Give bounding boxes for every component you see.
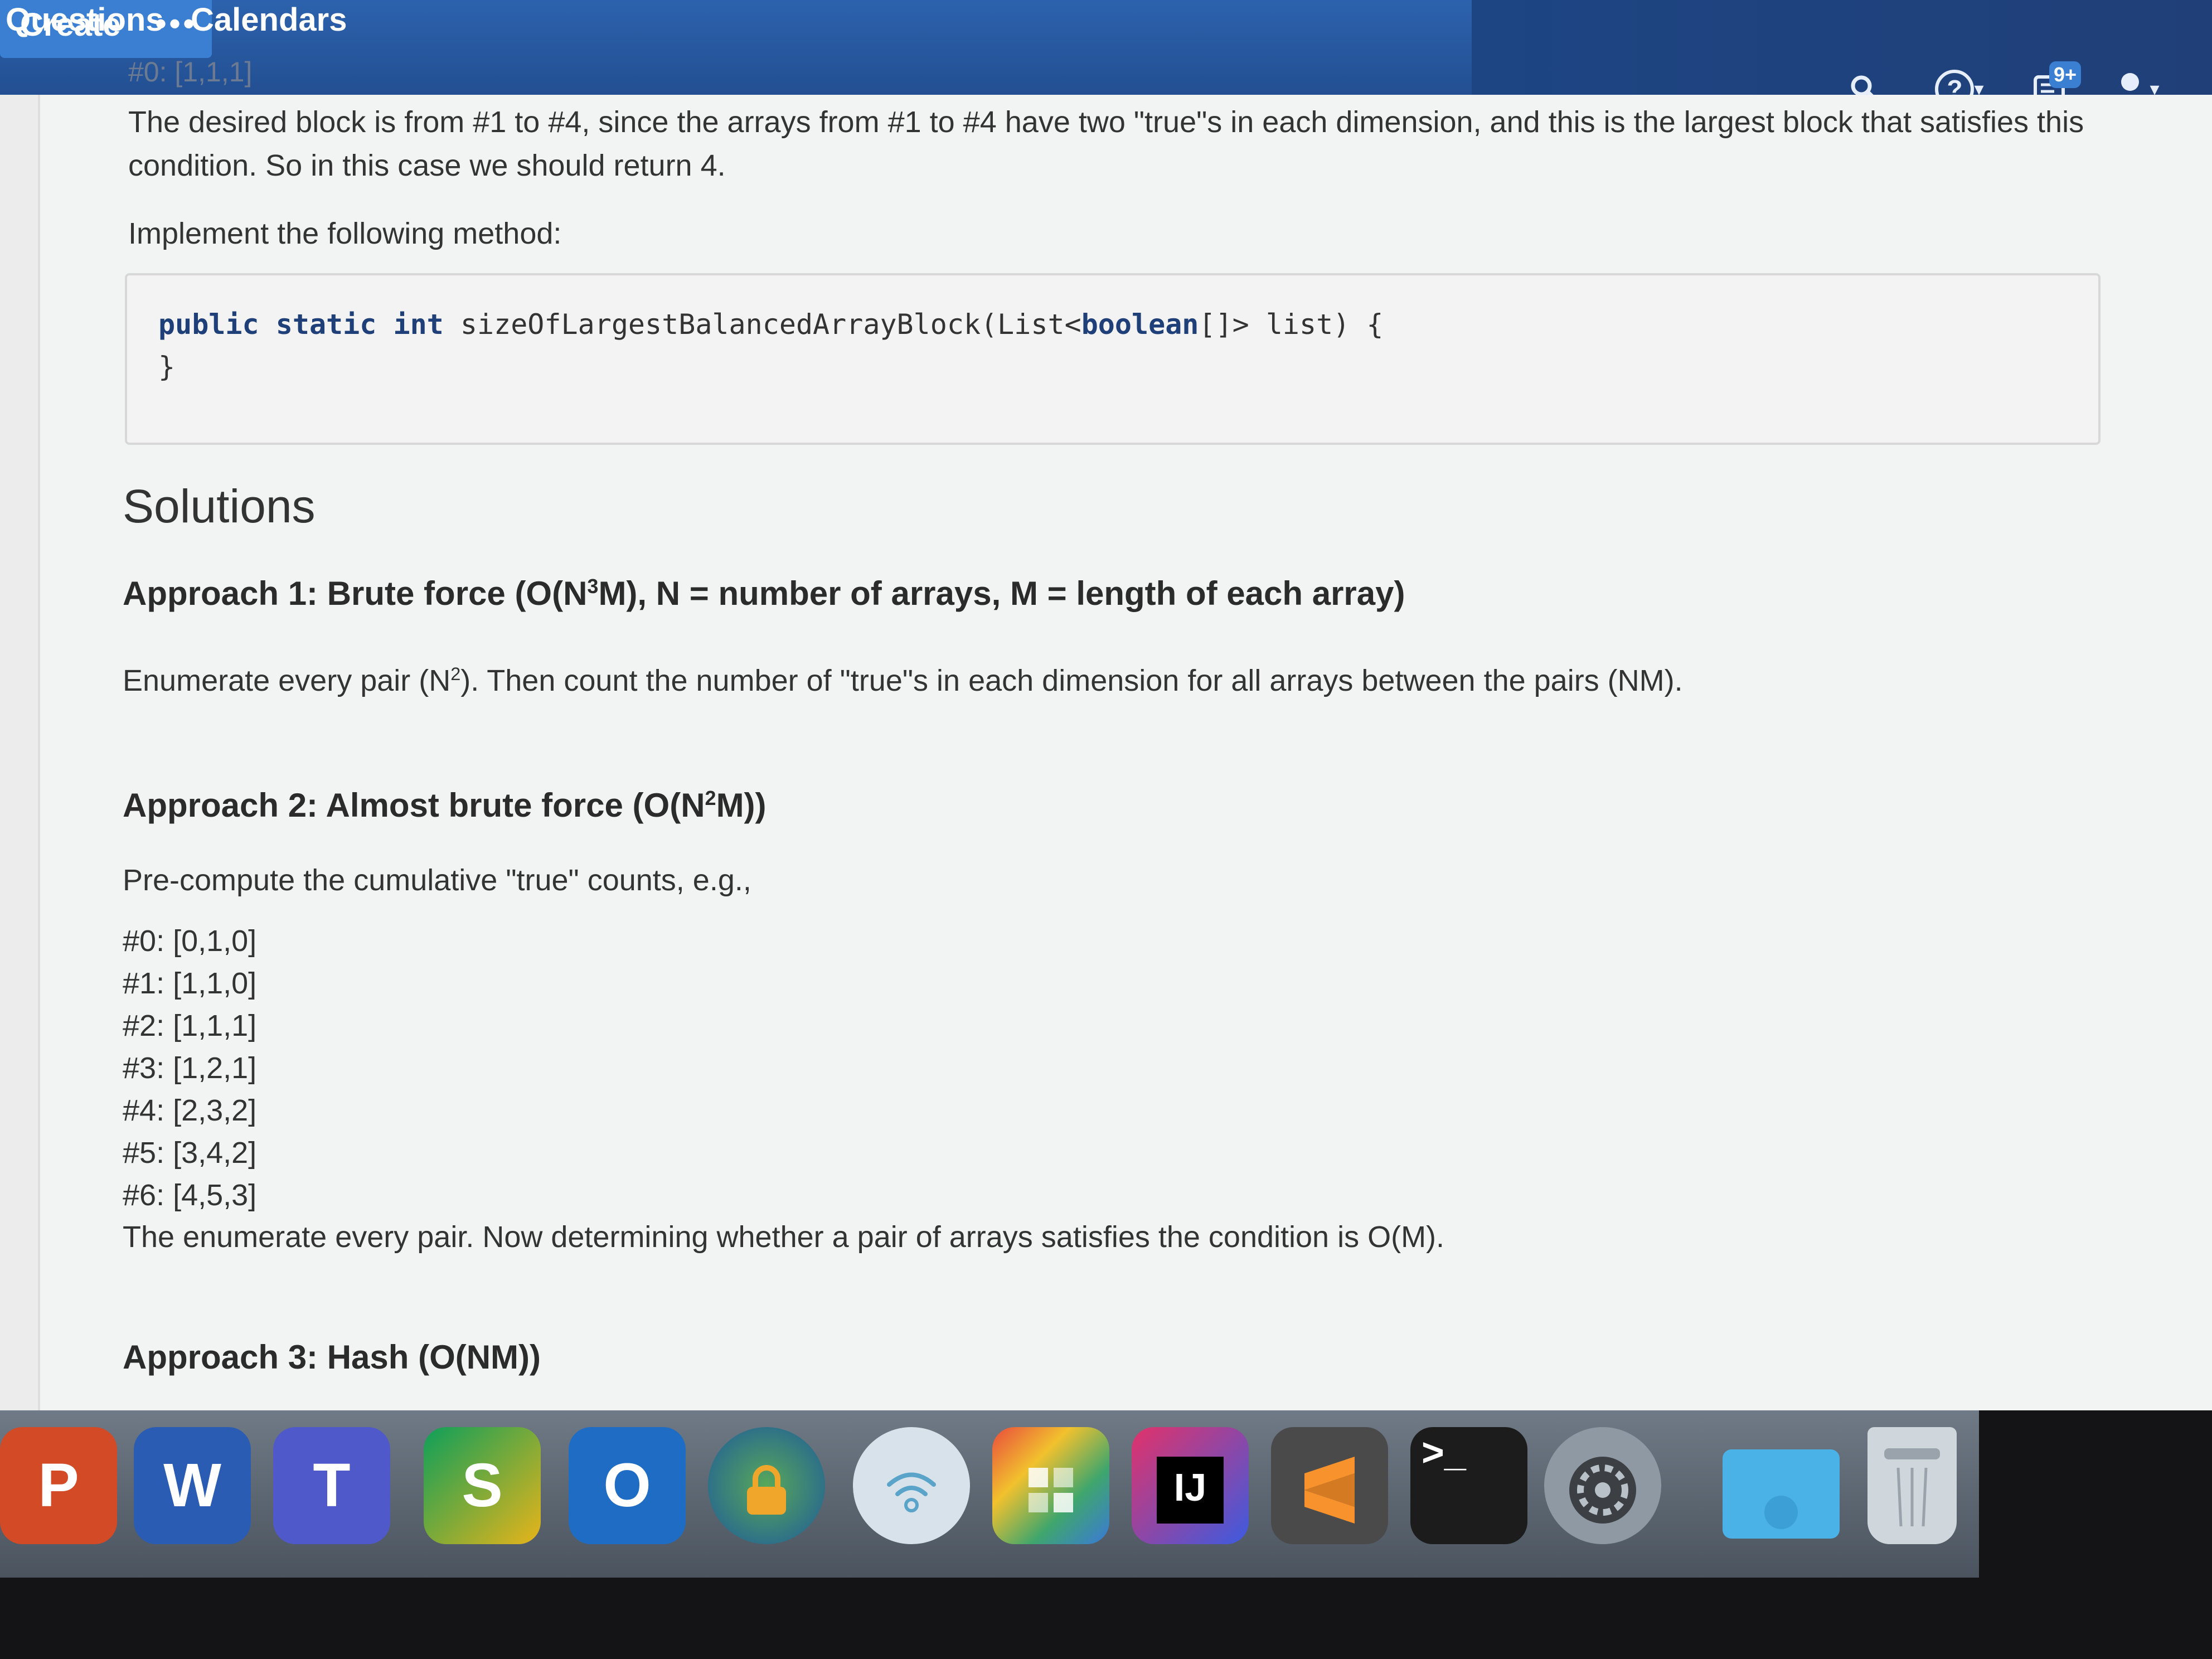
list-item: #0: [0,1,0] (123, 924, 257, 958)
approach-1-heading: Approach 1: Brute force (O(N3M), N = num… (123, 575, 1405, 612)
system-preferences-icon[interactable] (1544, 1427, 1661, 1544)
more-menu-icon[interactable]: ••• (155, 4, 197, 43)
cut-off-array-line: #0: [1,1,1] (128, 56, 253, 88)
intellij-icon[interactable]: IJ (1132, 1427, 1249, 1544)
dock: P W T S O IJ >_ (0, 1410, 1979, 1578)
word-icon[interactable]: W (134, 1427, 251, 1544)
powerpoint-icon[interactable]: P (0, 1427, 117, 1544)
page-content: #0: [1,1,1] The desired block is from #1… (0, 56, 2212, 1410)
code-keyword: static (275, 308, 377, 341)
notification-badge: 9+ (2049, 61, 2082, 88)
trash-icon[interactable] (1867, 1427, 1957, 1544)
article-body: #0: [1,1,1] The desired block is from #1… (123, 56, 2107, 1410)
code-signature: sizeOfLargestBalancedArrayBlock(List< (460, 308, 1081, 341)
code-block: public static int sizeOfLargestBalancedA… (125, 273, 2101, 445)
outlook-icon[interactable]: O (569, 1427, 686, 1544)
wifi-icon[interactable] (853, 1427, 970, 1544)
skype-icon[interactable]: S (424, 1427, 541, 1544)
cumulative-counts-list: #0: [0,1,0] #1: [1,1,0] #2: [1,1,1] #3: … (123, 920, 256, 1216)
teams-icon[interactable]: T (273, 1427, 390, 1544)
list-item: #1: [1,1,0] (123, 967, 257, 1000)
list-item: #3: [1,2,1] (123, 1051, 257, 1085)
desired-block-paragraph: The desired block is from #1 to #4, sinc… (128, 105, 2084, 182)
code-content: public static int sizeOfLargestBalancedA… (158, 303, 1384, 388)
intellij-label: IJ (1157, 1456, 1224, 1524)
pixel-app-icon[interactable] (992, 1427, 1109, 1544)
implement-paragraph: Implement the following method: (128, 217, 562, 250)
nav-calendars[interactable]: Calendars (191, 0, 347, 56)
create-button-label: Create (20, 7, 121, 43)
dock-area: P W T S O IJ >_ (0, 1410, 2212, 1659)
sublime-icon[interactable] (1271, 1427, 1388, 1544)
code-keyword: int (393, 308, 444, 341)
code-signature: []> list) { (1199, 308, 1384, 341)
list-item: #4: [2,3,2] (123, 1094, 257, 1127)
code-keyword: boolean (1081, 308, 1199, 341)
approach-1-description: Enumerate every pair (N2). Then count th… (123, 664, 1683, 697)
code-keyword: public (158, 308, 259, 341)
approach-2-conclusion: The enumerate every pair. Now determinin… (123, 1220, 1445, 1254)
nav-right-area (1472, 0, 2212, 95)
approach-2-description: Pre-compute the cumulative "true" counts… (123, 864, 751, 897)
list-item: #6: [4,5,3] (123, 1178, 257, 1212)
terminal-icon[interactable]: >_ (1410, 1427, 1527, 1544)
list-item: #5: [3,4,2] (123, 1136, 257, 1170)
folder-icon[interactable] (1723, 1449, 1840, 1539)
code-closing-brace: } (158, 351, 176, 383)
list-item: #2: [1,1,1] (123, 1009, 257, 1042)
solutions-heading: Solutions (123, 480, 316, 532)
approach-3-heading: Approach 3: Hash (O(NM)) (123, 1338, 541, 1376)
vpn-icon[interactable] (708, 1427, 825, 1544)
top-navigation-bar: Questions Calendars Create ••• ? ▾ 9+ ▾ (0, 0, 2212, 109)
left-sidebar-collapsed[interactable] (0, 95, 40, 1410)
approach-2-heading: Approach 2: Almost brute force (O(N2M)) (123, 787, 767, 824)
